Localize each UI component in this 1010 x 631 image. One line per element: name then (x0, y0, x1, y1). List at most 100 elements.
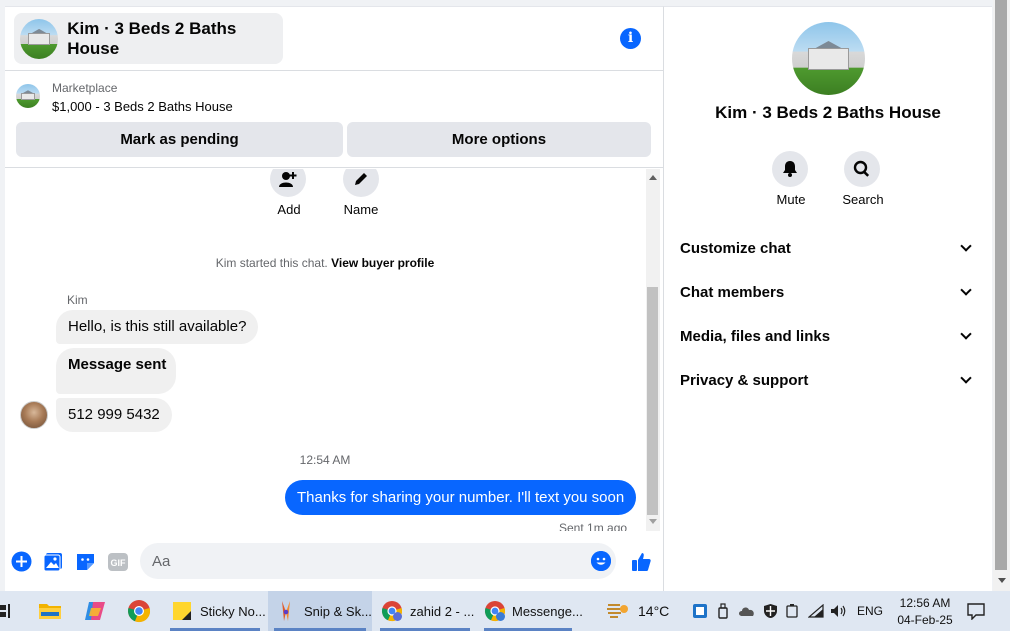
chevron-down-icon (960, 328, 972, 340)
weather-icon (607, 604, 628, 618)
taskbar-app-label: Sticky No... (200, 603, 266, 619)
notification-center-icon[interactable] (966, 591, 986, 631)
page-scroll-thumb[interactable] (995, 0, 1007, 570)
chrome-profile-icon (484, 599, 506, 623)
app-tray-icon[interactable] (692, 603, 708, 619)
chat-started-notice: Kim started this chat. View buyer profil… (5, 256, 645, 270)
listing-title[interactable]: $1,000 - 3 Beds 2 Baths House (52, 99, 233, 114)
section-label: Privacy & support (680, 371, 809, 389)
chat-header: Kim · 3 Beds 2 Baths House i (5, 7, 663, 71)
taskbar-app-label: zahid 2 - ... (410, 603, 475, 619)
name-label: Name (343, 202, 379, 217)
message-composer: GIF (5, 542, 663, 582)
weather-temperature: 14°C (638, 603, 670, 619)
chrome-profile-icon (380, 599, 404, 623)
mark-as-pending-button[interactable]: Mark as pending (16, 122, 343, 157)
conversation-photo[interactable] (792, 22, 865, 95)
device-icon[interactable] (786, 603, 798, 619)
message-timestamp: 12:54 AM (299, 453, 351, 467)
section-label: Media, files and links (680, 327, 831, 345)
chevron-down-icon (960, 284, 972, 296)
section-label: Customize chat (680, 239, 791, 257)
sender-name: Kim (67, 293, 88, 307)
copilot-icon[interactable] (83, 591, 107, 631)
view-buyer-profile-link[interactable]: View buyer profile (331, 256, 434, 270)
onedrive-icon[interactable] (738, 605, 756, 617)
tray-icons: ENG (692, 591, 897, 631)
search-icon (853, 160, 870, 177)
gif-icon[interactable]: GIF (107, 551, 129, 572)
scroll-up-arrow-icon[interactable] (649, 175, 657, 180)
incoming-message[interactable]: Hello, is this still available? (56, 310, 259, 344)
thumbs-up-icon[interactable] (629, 551, 653, 572)
clock[interactable]: 12:56 AM 04-Feb-25 (895, 591, 955, 631)
info-icon[interactable]: i (620, 28, 641, 49)
add-label: Add (277, 202, 301, 217)
clock-time: 12:56 AM (899, 595, 951, 610)
wifi-icon[interactable] (808, 604, 824, 618)
snip-sketch-icon (274, 599, 298, 623)
outgoing-message[interactable]: Thanks for sharing your number. I'll tex… (285, 480, 637, 515)
taskbar-app-sticky-notes[interactable]: Sticky No... (164, 591, 266, 631)
file-explorer-icon[interactable] (38, 591, 62, 631)
incoming-message[interactable]: 512 999 5432 (56, 398, 172, 432)
customize-chat-section[interactable]: Customize chat (680, 233, 976, 263)
svg-text:GIF: GIF (111, 558, 127, 568)
sticky-notes-icon (170, 599, 194, 623)
message-scrollbar[interactable] (646, 169, 660, 531)
taskbar-app-messenger[interactable]: Messenge... (478, 591, 583, 631)
taskbar-app-chrome-zahid[interactable]: zahid 2 - ... (374, 591, 476, 631)
usb-icon[interactable] (717, 603, 729, 619)
taskbar-app-label: Snip & Sk... (304, 603, 372, 619)
scroll-down-arrow-icon[interactable] (998, 578, 1006, 583)
emoji-icon[interactable] (591, 551, 611, 571)
message-list: Add Name Kim started this chat. View buy… (5, 169, 645, 531)
chevron-down-icon (960, 372, 972, 384)
incoming-message[interactable]: Message sent (56, 348, 176, 394)
bell-icon (783, 161, 797, 177)
chrome-icon[interactable] (127, 591, 151, 631)
message-input[interactable] (140, 543, 616, 579)
conversation-info-pane: Kim · 3 Beds 2 Baths House Mute Search C… (664, 6, 992, 591)
privacy-support-section[interactable]: Privacy & support (680, 365, 976, 395)
chevron-down-icon (960, 240, 972, 252)
sticker-icon[interactable] (75, 551, 96, 572)
plus-icon[interactable] (11, 551, 32, 572)
image-icon[interactable] (43, 551, 64, 572)
sent-status: Sent 1m ago (559, 521, 628, 531)
scroll-down-arrow-icon[interactable] (649, 519, 657, 524)
clock-date: 04-Feb-25 (897, 612, 953, 627)
security-shield-icon[interactable] (763, 603, 778, 619)
taskbar-app-label: Messenge... (512, 603, 583, 619)
chat-started-text: Kim started this chat. (215, 256, 328, 270)
windows-taskbar: Sticky No... Snip & Sk... zahid 2 - ... … (0, 591, 1010, 631)
volume-icon[interactable] (830, 604, 847, 618)
mute-button[interactable] (772, 151, 808, 187)
search-button[interactable] (844, 151, 880, 187)
weather-widget[interactable]: 14°C (606, 591, 669, 631)
scroll-thumb[interactable] (647, 287, 658, 515)
mute-label: Mute (776, 192, 806, 207)
avatar[interactable] (20, 401, 48, 429)
messenger-app: Kim · 3 Beds 2 Baths House i Marketplace… (0, 0, 1010, 591)
page-scrollbar[interactable] (993, 0, 1010, 591)
chat-pane: Kim · 3 Beds 2 Baths House i Marketplace… (5, 6, 664, 591)
task-view-icon[interactable] (0, 591, 14, 631)
taskbar-app-snip-sketch[interactable]: Snip & Sk... (268, 591, 372, 631)
name-button[interactable] (343, 169, 379, 197)
section-label: Chat members (680, 283, 785, 301)
search-label: Search (842, 192, 884, 207)
chat-title: Kim · 3 Beds 2 Baths House (67, 18, 237, 58)
chat-title-button[interactable]: Kim · 3 Beds 2 Baths House (14, 13, 283, 64)
more-options-button[interactable]: More options (347, 122, 651, 157)
chat-members-section[interactable]: Chat members (680, 277, 976, 307)
media-files-links-section[interactable]: Media, files and links (680, 321, 976, 351)
conversation-name: Kim · 3 Beds 2 Baths House (715, 103, 941, 122)
input-language[interactable]: ENG (857, 604, 883, 618)
add-people-button[interactable] (270, 169, 306, 197)
pencil-icon (355, 173, 367, 185)
listing-banner: Marketplace $1,000 - 3 Beds 2 Baths Hous… (5, 72, 663, 168)
listing-thumbnail (20, 18, 59, 59)
marketplace-label: Marketplace (52, 81, 118, 95)
listing-small-thumbnail[interactable] (16, 84, 40, 108)
